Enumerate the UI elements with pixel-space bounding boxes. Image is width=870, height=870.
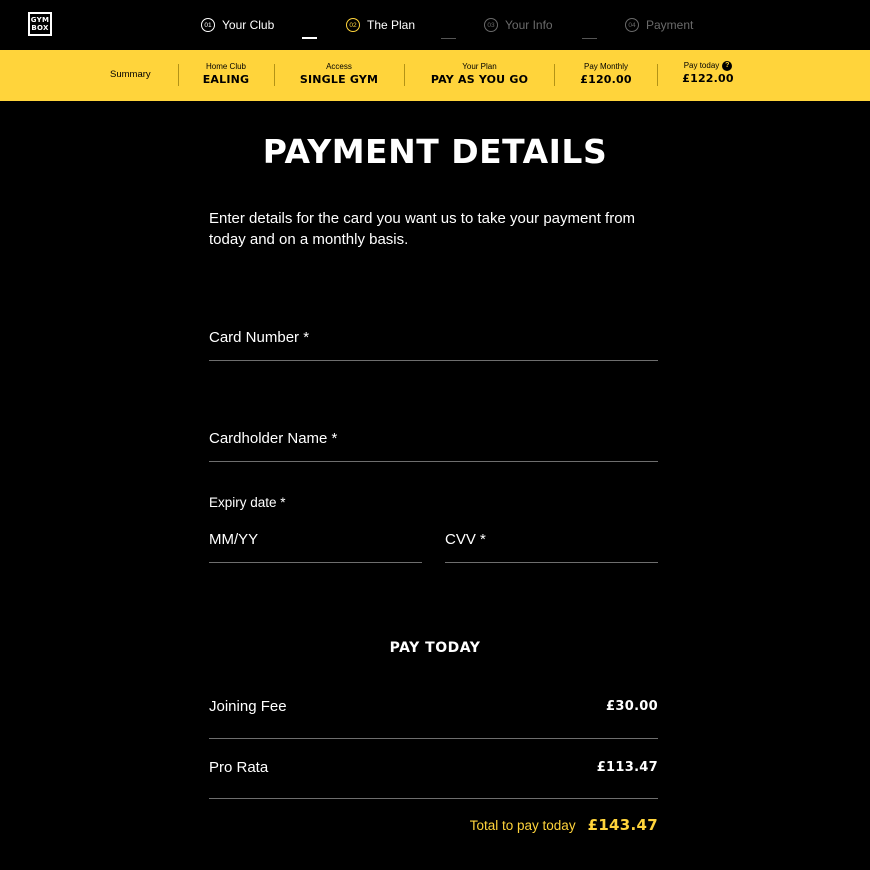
summary-key: Pay Monthly [583,62,629,71]
expiry-field [209,529,422,563]
summary-home-club: Home Club EALING [196,62,256,87]
summary-key: Pay today ? [674,61,742,71]
summary-divider [274,64,275,86]
step-label: Your Info [505,18,553,32]
summary-divider [554,64,555,86]
cardholder-name-input[interactable] [209,428,658,448]
line-item-joining-fee: Joining Fee £30.00 [209,696,658,716]
summary-pay-today: Pay today ? £122.00 [674,61,742,86]
line-item-amount: £30.00 [606,698,658,714]
progress-steps: 01 Your Club 02 The Plan 03 Your Info 04… [0,15,870,39]
total-to-pay: Total to pay today £143.47 [470,816,658,834]
step-payment[interactable]: 04 Payment [625,15,693,35]
card-number-input[interactable] [209,327,658,347]
step-number-icon: 01 [201,18,215,32]
total-amount: £143.47 [587,816,658,834]
summary-key: Access [326,62,352,71]
total-label: Total to pay today [469,817,576,833]
line-item-label: Pro Rata [209,758,269,776]
step-number-icon: 02 [346,18,360,32]
summary-key-text: Pay today [683,61,720,70]
step-the-plan[interactable]: 02 The Plan [346,15,415,35]
step-label: The Plan [367,18,416,32]
summary-label: Summary [110,69,151,80]
cvv-input[interactable] [445,529,658,549]
divider [209,738,658,739]
summary-value: £122.00 [682,72,734,85]
step-number-icon: 03 [484,18,498,32]
cvv-field [445,529,658,563]
summary-bar: Summary Home Club EALING Access SINGLE G… [0,50,870,101]
summary-divider [178,64,179,86]
cardholder-name-field [209,428,658,462]
intro-text: Enter details for the card you want us t… [209,210,636,248]
summary-divider [657,64,658,86]
step-connector [302,37,317,39]
summary-monthly: Pay Monthly £120.00 [570,62,642,87]
step-your-info[interactable]: 03 Your Info [484,15,553,35]
summary-key: Your Plan [462,62,497,71]
step-your-club[interactable]: 01 Your Club [201,15,274,35]
help-icon[interactable]: ? [722,61,733,71]
top-navigation: GYM BOX 01 Your Club 02 The Plan 03 Your… [0,0,870,50]
step-number-icon: 04 [625,18,639,32]
summary-value: PAY AS YOU GO [430,73,529,86]
step-label: Payment [646,18,694,32]
expiry-input[interactable] [209,529,422,549]
summary-value: SINGLE GYM [299,73,379,86]
step-connector [441,38,456,39]
summary-divider [404,64,405,86]
step-connector [582,38,597,39]
page-title: PAYMENT DETAILS [262,132,608,171]
line-item-amount: £113.47 [596,759,658,775]
step-label: Your Club [222,18,275,32]
summary-value: EALING [202,73,250,86]
summary-access: Access SINGLE GYM [290,62,388,87]
summary-value: £120.00 [580,73,632,86]
divider [209,798,658,799]
card-number-field [209,327,658,361]
line-item-label: Joining Fee [209,697,287,715]
line-item-pro-rata: Pro Rata £113.47 [209,757,658,777]
expiry-date-label: Expiry date * [209,495,286,510]
summary-key: Home Club [205,62,246,71]
pay-today-title: PAY TODAY [389,640,481,656]
summary-plan: Your Plan PAY AS YOU GO [420,62,539,87]
